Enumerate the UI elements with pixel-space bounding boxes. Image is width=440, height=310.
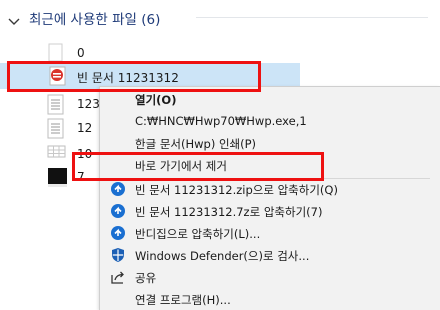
menu-item-label: C:₩HNC₩Hwp70₩Hwp.exe,1 [135, 114, 307, 128]
bandizip-icon [110, 225, 126, 241]
file-name: 0 [77, 46, 85, 60]
menu-item-share[interactable]: 공유 [100, 266, 440, 288]
file-name: 10 [77, 147, 93, 161]
menu-item-label: 열기(O) [135, 93, 177, 107]
terminal-document-icon [47, 167, 69, 193]
menu-item-compress-bandizip[interactable]: 반디집으로 압축하기(L)... [100, 222, 440, 244]
recent-files-title: 최근에 사용한 파일 (6) [29, 12, 161, 28]
file-name: 12 [77, 121, 93, 135]
bandizip-icon [110, 181, 126, 197]
menu-item-print[interactable]: 한글 문서(Hwp) 인쇄(P) [100, 132, 440, 154]
menu-item-compress-zip[interactable]: 빈 문서 11231312.zip으로 압축하기(Q) [100, 178, 440, 200]
menu-item-label: 연결 프로그램(H)... [135, 293, 231, 307]
windows-defender-icon [110, 247, 126, 263]
menu-item-label: 공유 [135, 271, 157, 285]
menu-item-open-with[interactable]: 연결 프로그램(H)... [100, 288, 440, 310]
menu-item-label: 빈 문서 11231312.7z로 압축하기(7) [135, 205, 323, 219]
recent-files-header[interactable]: 최근에 사용한 파일 (6) [0, 0, 440, 36]
hwp-document-icon [47, 66, 69, 90]
header-divider [196, 17, 428, 18]
menu-item-label: 반디집으로 압축하기(L)... [135, 227, 261, 241]
context-menu: 열기(O) C:₩HNC₩Hwp70₩Hwp.exe,1 한글 문서(Hwp) … [99, 86, 440, 310]
menu-item-label: Windows Defender(으)로 검사... [135, 249, 310, 263]
menu-item-compress-7z[interactable]: 빈 문서 11231312.7z로 압축하기(7) [100, 200, 440, 222]
menu-item-defender-scan[interactable]: Windows Defender(으)로 검사... [100, 244, 440, 266]
file-name: 빈 문서 11231312 [77, 71, 179, 85]
menu-item-open-with-hwp[interactable]: C:₩HNC₩Hwp70₩Hwp.exe,1 [100, 110, 440, 132]
menu-item-open[interactable]: 열기(O) [100, 88, 440, 110]
file-name: 7 [77, 170, 85, 184]
menu-item-label: 한글 문서(Hwp) 인쇄(P) [135, 137, 257, 151]
spreadsheet-icon [47, 144, 67, 163]
menu-item-label: 빈 문서 11231312.zip으로 압축하기(Q) [135, 183, 338, 197]
menu-item-label: 바로 가기에서 제거 [135, 159, 227, 173]
file-name: 123 [77, 97, 100, 111]
bandizip-icon [110, 203, 126, 219]
chevron-down-icon[interactable] [8, 11, 20, 30]
menu-item-remove-from-quick-access[interactable]: 바로 가기에서 제거 [100, 154, 440, 176]
share-icon [110, 269, 126, 285]
